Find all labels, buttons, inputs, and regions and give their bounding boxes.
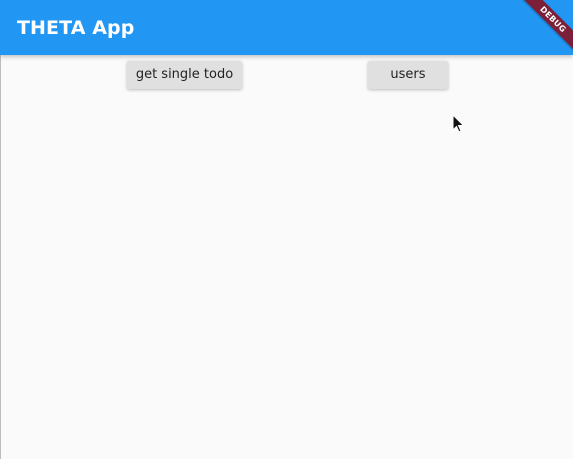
app-window: THETA App DEBUG get single todo users <box>0 0 573 459</box>
get-single-todo-button[interactable]: get single todo <box>127 61 242 89</box>
window-left-border <box>0 55 1 459</box>
mouse-pointer-icon <box>452 114 465 133</box>
page-title: THETA App <box>17 17 135 39</box>
users-button[interactable]: users <box>368 61 448 89</box>
app-bar: THETA App <box>0 0 573 55</box>
